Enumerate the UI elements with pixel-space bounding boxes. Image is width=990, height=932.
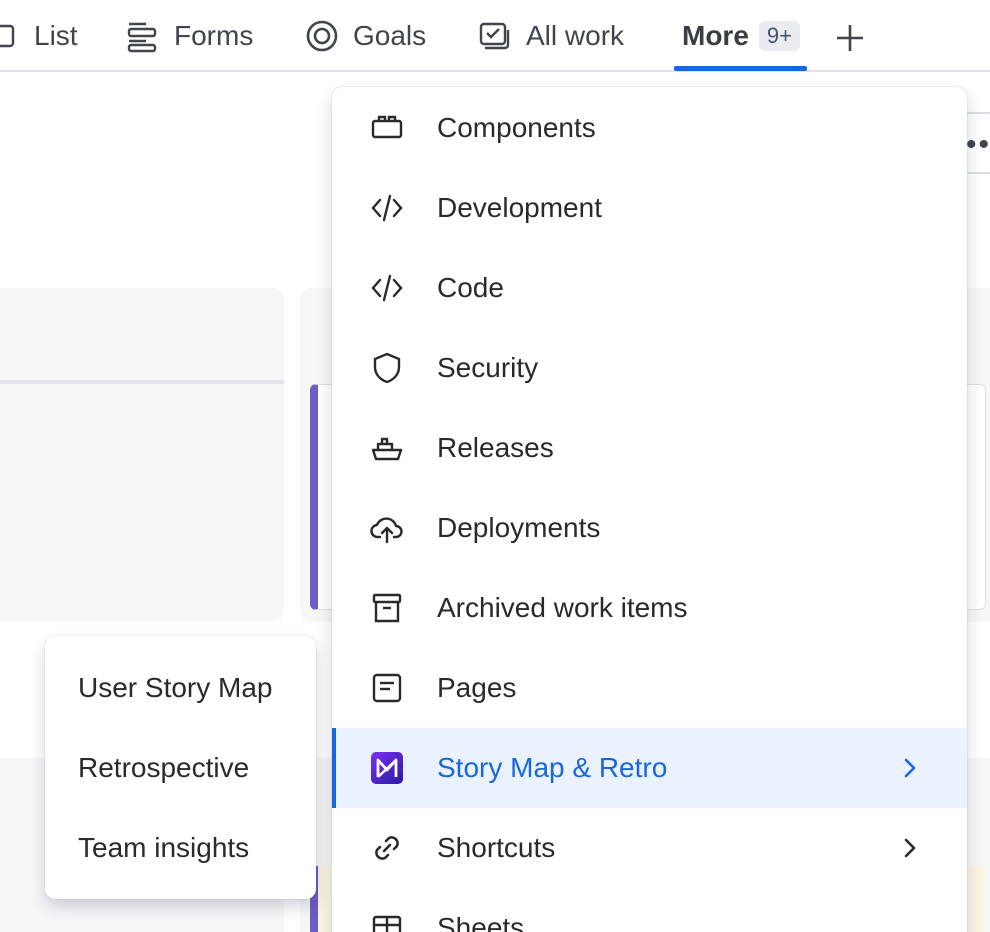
chevron-right-icon	[896, 754, 924, 782]
menu-item-label: Story Map & Retro	[437, 752, 668, 783]
tab-label: More	[682, 20, 749, 51]
forms-icon	[126, 19, 160, 53]
more-actions-icon: ••	[966, 128, 990, 161]
plus-icon	[833, 21, 867, 60]
code-icon	[370, 271, 404, 305]
table-icon	[370, 911, 404, 932]
story-map-submenu: User Story Map Retrospective Team insigh…	[45, 636, 316, 899]
cloud-upload-icon	[370, 511, 404, 545]
menu-item-label: Components	[437, 112, 596, 143]
submenu-item-retrospective[interactable]: Retrospective	[45, 728, 316, 808]
menu-item-label: Releases	[437, 432, 554, 463]
menu-item-label: Sheets	[437, 912, 525, 932]
goals-icon	[305, 19, 339, 53]
menu-item-archived-work-items[interactable]: Archived work items	[332, 568, 967, 648]
submenu-item-team-insights[interactable]: Team insights	[45, 808, 316, 888]
menu-item-label: Archived work items	[437, 592, 688, 623]
menu-item-deployments[interactable]: Deployments	[332, 488, 967, 568]
tab-label: Forms	[174, 20, 254, 51]
submenu-item-user-story-map[interactable]: User Story Map	[45, 648, 316, 728]
list-icon	[0, 19, 20, 53]
menu-item-components[interactable]: Components	[332, 88, 967, 168]
count-badge: 9+	[758, 21, 800, 51]
menu-item-label: Deployments	[437, 512, 601, 543]
menu-item-label: Security	[437, 352, 539, 383]
code-icon	[370, 191, 404, 225]
page-icon	[370, 671, 404, 705]
menu-item-security[interactable]: Security	[332, 328, 967, 408]
menu-item-story-map-retro[interactable]: Story Map & Retro	[332, 728, 967, 808]
more-dropdown-menu: Components Development Code Security Rel…	[332, 87, 967, 932]
shield-icon	[370, 351, 404, 385]
tab-goals[interactable]: Goals	[305, 0, 426, 72]
menu-item-label: Code	[437, 272, 504, 303]
menu-item-label: Development	[437, 192, 602, 223]
tab-forms[interactable]: Forms	[126, 0, 253, 72]
all-work-icon	[478, 19, 512, 53]
story-map-app-icon	[370, 751, 404, 785]
archive-icon	[370, 591, 404, 625]
tab-label: All work	[526, 20, 625, 51]
menu-item-label: Pages	[437, 672, 517, 703]
tab-all-work[interactable]: All work	[478, 0, 624, 72]
components-icon	[370, 111, 404, 145]
menu-item-label: Shortcuts	[437, 832, 556, 863]
tab-more[interactable]: More 9+	[682, 0, 800, 72]
menu-item-sheets[interactable]: Sheets	[332, 888, 967, 932]
active-tab-indicator	[674, 66, 807, 71]
project-tab-bar: List Forms Goals All work More 9+	[0, 0, 990, 72]
menu-item-shortcuts[interactable]: Shortcuts	[332, 808, 967, 888]
menu-item-pages[interactable]: Pages	[332, 648, 967, 728]
menu-item-code[interactable]: Code	[332, 248, 967, 328]
link-icon	[370, 831, 404, 865]
board-column	[0, 288, 284, 622]
menu-item-development[interactable]: Development	[332, 168, 967, 248]
tab-label: Goals	[353, 20, 427, 51]
column-divider	[0, 380, 284, 384]
tab-list[interactable]: List	[0, 0, 78, 72]
chevron-right-icon	[896, 834, 924, 862]
add-tab-button[interactable]	[830, 20, 870, 60]
tab-label: List	[34, 20, 78, 51]
ship-icon	[370, 431, 404, 465]
menu-item-releases[interactable]: Releases	[332, 408, 967, 488]
